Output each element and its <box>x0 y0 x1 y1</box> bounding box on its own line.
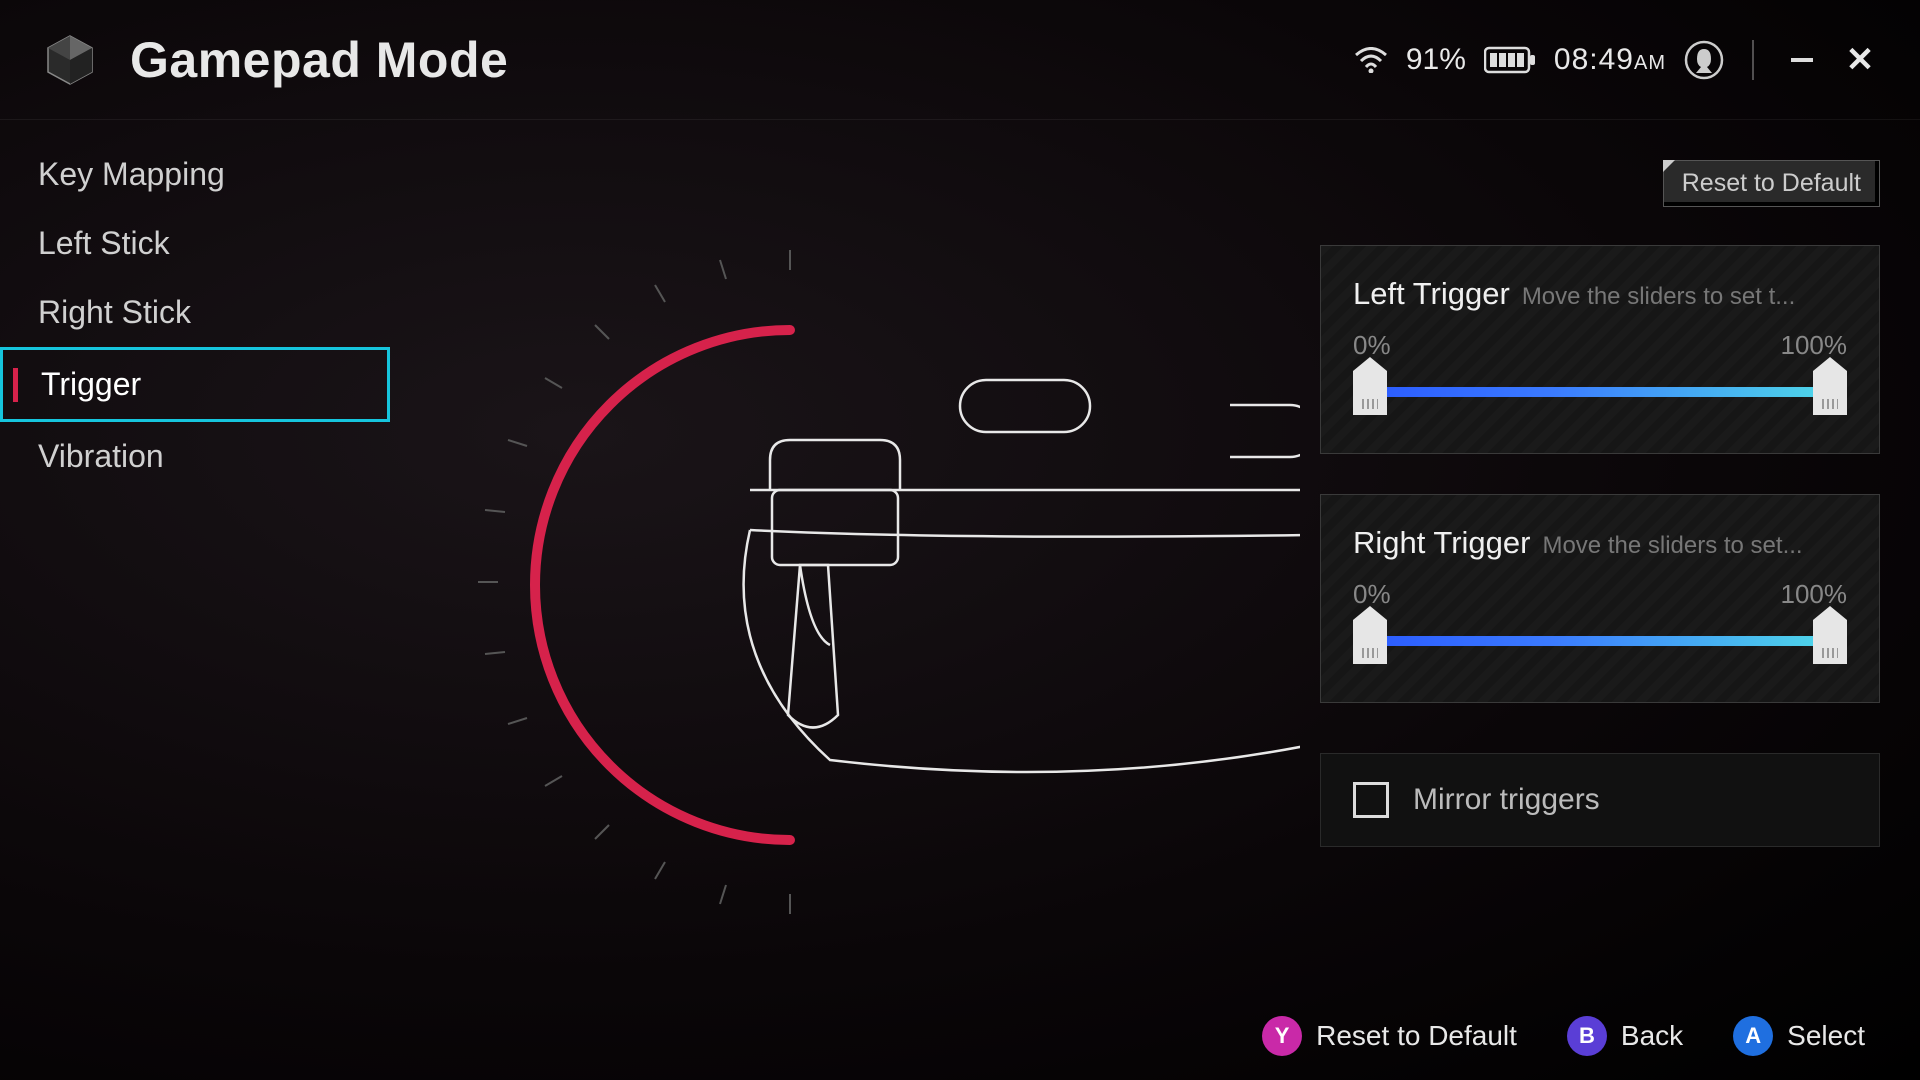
minimize-button[interactable] <box>1782 40 1822 80</box>
sidebar-item-key-mapping[interactable]: Key Mapping <box>0 140 390 209</box>
app-logo-icon <box>40 30 100 90</box>
y-button-icon: Y <box>1262 1016 1302 1056</box>
a-button-icon: A <box>1733 1016 1773 1056</box>
mirror-triggers-label: Mirror triggers <box>1413 783 1600 817</box>
mirror-triggers-toggle[interactable]: Mirror triggers <box>1320 753 1880 847</box>
left-trigger-hint: Move the sliders to set t... <box>1522 283 1795 311</box>
left-trigger-low-handle[interactable] <box>1353 371 1387 415</box>
hint-reset: Y Reset to Default <box>1262 1016 1517 1056</box>
right-trigger-low-handle[interactable] <box>1353 620 1387 664</box>
trigger-illustration <box>400 230 1300 990</box>
divider <box>1752 40 1754 80</box>
left-trigger-slider[interactable] <box>1353 371 1847 411</box>
reset-default-button[interactable]: Reset to Default <box>1663 160 1880 207</box>
hint-select: A Select <box>1733 1016 1865 1056</box>
left-trigger-card: Left Trigger Move the sliders to set t..… <box>1320 245 1880 454</box>
hint-reset-label: Reset to Default <box>1316 1020 1517 1052</box>
right-trigger-title: Right Trigger <box>1353 525 1530 561</box>
footer-hints: Y Reset to Default B Back A Select <box>1262 1016 1865 1056</box>
left-trigger-title: Left Trigger <box>1353 276 1510 312</box>
sidebar: Key Mapping Left Stick Right Stick Trigg… <box>0 140 390 491</box>
sidebar-item-trigger[interactable]: Trigger <box>0 347 390 422</box>
right-trigger-hint: Move the sliders to set... <box>1542 532 1802 560</box>
status-group: 91% 08:49AM ✕ <box>1354 40 1880 80</box>
left-trigger-high-handle[interactable] <box>1813 371 1847 415</box>
topbar: Gamepad Mode 91% 08:49AM <box>0 0 1920 120</box>
wifi-icon <box>1354 47 1388 73</box>
hint-back-label: Back <box>1621 1020 1683 1052</box>
hint-select-label: Select <box>1787 1020 1865 1052</box>
sidebar-item-right-stick[interactable]: Right Stick <box>0 278 390 347</box>
right-panel: Reset to Default Left Trigger Move the s… <box>1320 170 1880 847</box>
sidebar-item-left-stick[interactable]: Left Stick <box>0 209 390 278</box>
right-trigger-slider[interactable] <box>1353 620 1847 660</box>
right-trigger-high-handle[interactable] <box>1813 620 1847 664</box>
profile-icon[interactable] <box>1684 40 1724 80</box>
mirror-triggers-checkbox[interactable] <box>1353 782 1389 818</box>
clock-time: 08:49 <box>1554 43 1634 76</box>
clock: 08:49AM <box>1554 43 1666 77</box>
close-button[interactable]: ✕ <box>1840 40 1880 80</box>
right-trigger-card: Right Trigger Move the sliders to set...… <box>1320 494 1880 703</box>
battery-icon <box>1484 46 1536 74</box>
b-button-icon: B <box>1567 1016 1607 1056</box>
page-title: Gamepad Mode <box>130 31 508 89</box>
battery-percent: 91% <box>1406 43 1466 77</box>
sidebar-item-vibration[interactable]: Vibration <box>0 422 390 491</box>
hint-back: B Back <box>1567 1016 1683 1056</box>
clock-ampm: AM <box>1634 52 1666 74</box>
